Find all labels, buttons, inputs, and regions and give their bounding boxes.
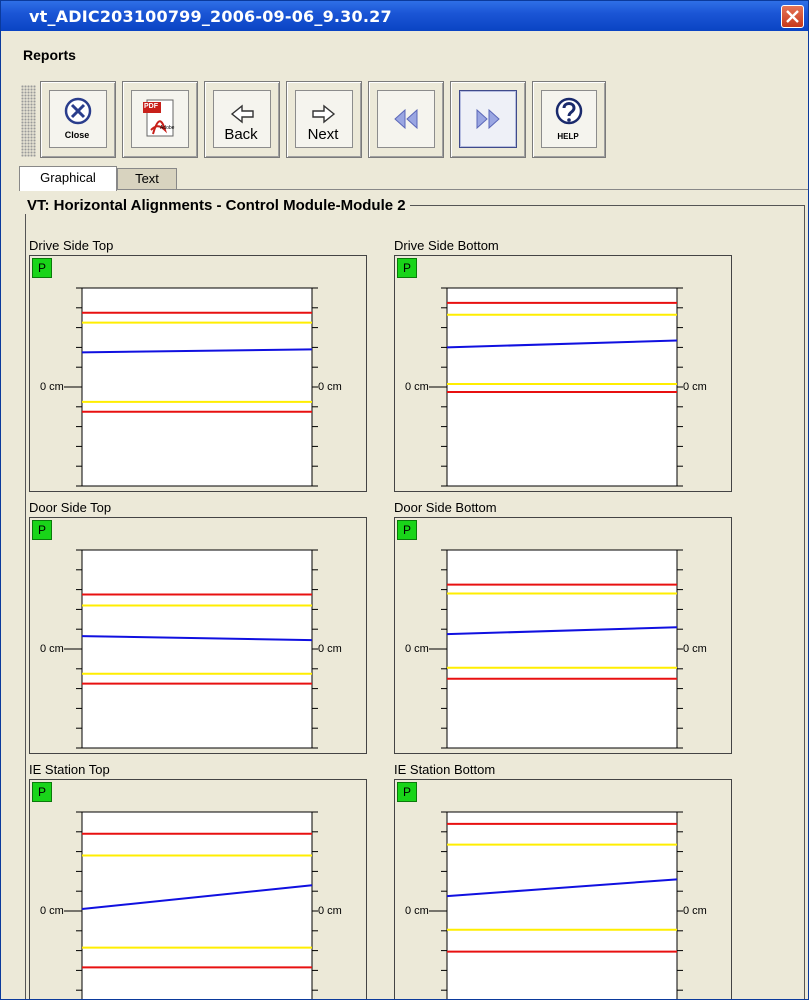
door-side-top-chart: P0 cm 0 cm: [29, 517, 367, 754]
pdf-sub-label: Adobe: [160, 125, 175, 131]
drive-side-bottom-chart: P0 cm 0 cm: [394, 255, 732, 492]
plot-area: [446, 811, 678, 999]
door-side-bottom-plot: 0 cm 0 cm: [405, 549, 707, 749]
zero-label-right: 0 cm: [318, 905, 342, 917]
zero-label-left: 0 cm: [40, 643, 64, 655]
plot-area: [81, 549, 313, 749]
help-button[interactable]: HELP: [532, 81, 606, 158]
menu-bar: Reports: [1, 32, 808, 76]
close-icon: [786, 10, 799, 23]
tab-graphical[interactable]: Graphical: [19, 166, 117, 191]
zero-label-left: 0 cm: [40, 905, 64, 917]
pdf-label: PDF: [144, 103, 158, 110]
drive-side-bottom-plot: 0 cm 0 cm: [405, 287, 707, 487]
toolbar-grip[interactable]: [21, 85, 36, 157]
zero-label-right: 0 cm: [318, 643, 342, 655]
tab-text[interactable]: Text: [117, 168, 177, 190]
title-bar[interactable]: vt_ADIC203100799_2006-09-06_9.30.27: [1, 1, 808, 31]
zero-label-right: 0 cm: [683, 905, 707, 917]
zero-label-right: 0 cm: [683, 381, 707, 393]
ie-station-bottom-chart: P0 cm 0 cm: [394, 779, 732, 999]
ie-station-top-plot: 0 cm 0 cm: [40, 811, 342, 999]
ie-station-top-title: IE Station Top: [29, 762, 110, 777]
plot-area: [446, 287, 678, 487]
window-close-button[interactable]: [781, 5, 804, 28]
back-button-label: Back: [224, 126, 258, 143]
back-button[interactable]: Back: [204, 81, 280, 158]
first-page-button[interactable]: [368, 81, 444, 158]
zero-label-left: 0 cm: [405, 905, 429, 917]
ie-station-bottom-title: IE Station Bottom: [394, 762, 496, 777]
drive-side-top-plot: 0 cm 0 cm: [40, 287, 342, 487]
ie-station-top-chart: P0 cm 0 cm: [29, 779, 367, 999]
close-button[interactable]: Close: [40, 81, 116, 158]
pdf-icon: [143, 99, 174, 137]
door-side-top-title: Door Side Top: [29, 500, 112, 515]
zero-label-left: 0 cm: [405, 381, 429, 393]
zero-label-left: 0 cm: [40, 381, 64, 393]
graphical-panel: VT: Horizontal Alignments - Control Modu…: [19, 189, 808, 999]
ie-station-bottom-plot: 0 cm 0 cm: [405, 811, 707, 999]
zero-label-right: 0 cm: [683, 643, 707, 655]
door-side-bottom-chart: P0 cm 0 cm: [394, 517, 732, 754]
plot-area: [446, 549, 678, 749]
close-button-label: Close: [64, 130, 90, 140]
window-title: vt_ADIC203100799_2006-09-06_9.30.27: [29, 7, 392, 26]
zero-label-right: 0 cm: [318, 381, 342, 393]
door-side-top-plot: 0 cm 0 cm: [40, 549, 342, 749]
toolbar: Close PDF Adobe Back Next HELP: [18, 77, 606, 163]
zero-label-left: 0 cm: [405, 643, 429, 655]
drive-side-top-chart: P0 cm 0 cm: [29, 255, 367, 492]
next-button[interactable]: Next: [286, 81, 362, 158]
drive-side-top-title: Drive Side Top: [29, 238, 114, 253]
group-title: VT: Horizontal Alignments - Control Modu…: [25, 197, 410, 214]
plot-area: [81, 287, 313, 487]
drive-side-bottom-title: Drive Side Bottom: [394, 238, 499, 253]
door-side-bottom-title: Door Side Bottom: [394, 500, 497, 515]
help-button-label: HELP: [557, 132, 579, 141]
fast-forward-icon: [476, 108, 500, 130]
menu-reports[interactable]: Reports: [23, 47, 76, 63]
last-page-button[interactable]: [450, 81, 526, 158]
next-button-label: Next: [307, 126, 339, 143]
pdf-button[interactable]: PDF Adobe: [122, 81, 198, 158]
report-window: vt_ADIC203100799_2006-09-06_9.30.27 Repo…: [0, 0, 809, 1000]
rewind-icon: [394, 108, 418, 130]
